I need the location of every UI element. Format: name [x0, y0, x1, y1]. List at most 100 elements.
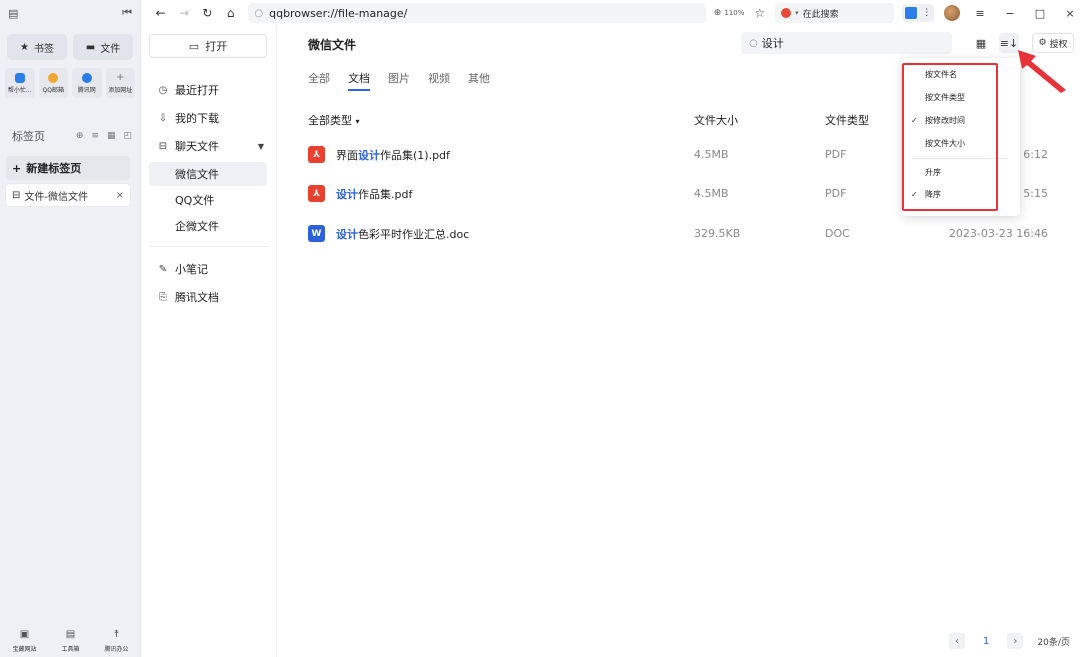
avatar[interactable] — [943, 5, 960, 21]
nav-tencent-docs[interactable]: ⎘ 腾讯文档 — [141, 283, 276, 311]
sort-by-modified[interactable]: ✓ 按修改时间 — [902, 110, 1020, 130]
nav-wecom-files[interactable]: 企微文件 — [149, 214, 267, 238]
favorite-star-icon[interactable]: ☆ — [754, 6, 765, 20]
nav-recent[interactable]: ◷ 最近打开 — [141, 76, 276, 104]
nav-notes[interactable]: ✎ 小笔记 — [141, 255, 276, 283]
sort-by-size[interactable]: 按文件大小 — [902, 133, 1020, 153]
check-icon: ✓ — [911, 115, 918, 125]
column-size: 文件大小 — [694, 114, 738, 127]
sidebar-toggle-icon[interactable]: ▤ — [8, 7, 18, 20]
close-tab-icon[interactable]: × — [116, 190, 124, 201]
files-button[interactable]: ▬ 文件 — [73, 34, 133, 60]
quick-link-add[interactable]: + 添加网址 — [105, 68, 135, 98]
folder-icon: ⊟ — [12, 189, 21, 201]
chevron-down-icon[interactable]: ▼ — [258, 142, 264, 151]
folder-icon: ▬ — [85, 41, 96, 53]
quick-link-label: 帮小忙... — [7, 86, 32, 94]
nav-qq-files[interactable]: QQ文件 — [149, 188, 267, 212]
maximize-icon[interactable]: □ — [1030, 7, 1050, 20]
tab-grid-icon[interactable]: ▦ — [107, 131, 116, 141]
tab-file-wechat[interactable]: ⊟ 文件-微信文件 × — [6, 184, 130, 206]
nav-label: QQ文件 — [175, 194, 215, 207]
file-size: 4.5MB — [694, 187, 729, 200]
search-value: 设计 — [761, 37, 784, 50]
tab-group-icon[interactable]: ⊕ — [76, 131, 84, 141]
new-tab-label: 新建标签页 — [26, 162, 82, 175]
plus-icon: + — [116, 71, 125, 83]
sort-by-type[interactable]: 按文件类型 — [902, 87, 1020, 107]
translate-icon — [904, 7, 917, 19]
close-icon[interactable]: × — [1060, 7, 1080, 20]
search-icon: ○ — [254, 7, 264, 19]
treasure-icon: ▣ — [19, 629, 30, 640]
file-type: DOC — [825, 227, 850, 240]
toolbox-button[interactable]: ▤ 工具箱 — [61, 629, 79, 653]
file-size: 4.5MB — [694, 148, 729, 161]
star-icon: ★ — [20, 41, 29, 53]
cloud-icon — [14, 72, 25, 83]
word-file-icon: W — [308, 225, 325, 242]
minimize-icon[interactable]: − — [1000, 7, 1020, 20]
collapse-sidebar-icon[interactable]: ⏮ — [122, 6, 132, 20]
new-tab-button[interactable]: + 新建标签页 — [6, 156, 130, 180]
order-ascending[interactable]: 升序 — [902, 162, 1020, 182]
menu-icon[interactable]: ≡ — [970, 7, 990, 20]
tab-other[interactable]: 其他 — [468, 70, 490, 91]
tab-images[interactable]: 图片 — [388, 70, 410, 91]
quick-link-qqmail[interactable]: QQ邮箱 — [38, 68, 68, 98]
download-icon: ⇩ — [158, 112, 168, 124]
file-search-input[interactable]: ○ 设计 — [741, 32, 952, 54]
quick-link-label: 添加网址 — [108, 86, 133, 94]
sort-by-name[interactable]: 按文件名 — [902, 64, 1020, 84]
chevron-down-icon: ▾ — [355, 117, 360, 126]
browser-search-box[interactable]: ▾ 在此搜索 — [775, 3, 894, 23]
home-icon[interactable]: ⌂ — [219, 6, 242, 20]
order-descending[interactable]: ✓ 降序 — [902, 184, 1020, 204]
more-icon[interactable]: ⋮ — [922, 8, 931, 18]
forward-icon[interactable]: → — [172, 6, 195, 20]
sort-menu: 按文件名 按文件类型 ✓ 按修改时间 按文件大小 升序 ✓ 降序 — [902, 58, 1020, 216]
file-date: 2023-03-23 16:46 — [948, 227, 1048, 240]
nav-label: 小笔记 — [175, 263, 208, 276]
nav-chat-files[interactable]: ⊟ 聊天文件 ▼ — [141, 132, 276, 160]
nav-downloads[interactable]: ⇩ 我的下载 — [141, 104, 276, 132]
search-icon: ○ — [749, 37, 758, 49]
type-filter-dropdown[interactable]: 全部类型 ▾ — [308, 112, 360, 128]
tab-documents[interactable]: 文档 — [348, 70, 370, 91]
back-icon[interactable]: ← — [149, 6, 172, 20]
zoom-indicator[interactable]: ⊕ 110% — [714, 8, 745, 18]
reload-icon[interactable]: ↻ — [196, 6, 219, 20]
clock-icon: ◷ — [158, 84, 168, 96]
next-page-icon[interactable]: › — [1007, 633, 1024, 649]
tencent-office-button[interactable]: ☨ 腾讯办公 — [104, 629, 128, 653]
tab-videos[interactable]: 视频 — [428, 70, 450, 91]
bookmarks-label: 书签 — [33, 43, 54, 55]
table-row[interactable]: W 设计色彩平时作业汇总.doc 329.5KB DOC 2023-03-23 … — [308, 222, 1048, 248]
file-date: 5:15 — [1023, 187, 1048, 200]
menu-label: 按文件大小 — [925, 138, 965, 148]
nav-label: 企微文件 — [175, 220, 219, 233]
tab-sort-icon[interactable]: ≡ — [91, 131, 99, 141]
file-name: 界面设计作品集(1).pdf — [336, 149, 450, 162]
treasure-sites-button[interactable]: ▣ 宝藏网站 — [12, 629, 36, 653]
bookmarks-button[interactable]: ★ 书签 — [7, 34, 67, 60]
bottom-label: 宝藏网站 — [12, 646, 37, 653]
pdf-file-icon: ⅄ — [308, 146, 325, 163]
translate-button[interactable]: ⋮ — [901, 4, 934, 22]
nav-wechat-files[interactable]: 微信文件 — [149, 162, 267, 186]
current-page[interactable]: 1 — [983, 636, 989, 647]
prev-page-icon[interactable]: ‹ — [949, 633, 965, 649]
file-type: PDF — [825, 148, 847, 161]
address-bar[interactable]: ○ qqbrowser://file-manage/ — [248, 3, 706, 23]
open-button[interactable]: ▭ 打开 — [149, 34, 267, 58]
calendar-filter-icon[interactable]: ▦ — [971, 33, 991, 53]
file-name: 设计色彩平时作业汇总.doc — [336, 228, 470, 241]
quick-link-tencent[interactable]: 腾讯网 — [72, 68, 102, 98]
page-size-select[interactable]: 20条/页 — [1037, 635, 1070, 648]
file-type-tabs: 全部 文档 图片 视频 其他 — [308, 70, 490, 91]
tab-history-icon[interactable]: ◰ — [123, 131, 132, 141]
nav-label: 腾讯文档 — [175, 291, 219, 304]
quick-link-helper[interactable]: 帮小忙... — [5, 68, 35, 98]
browser-toolbar: ← → ↻ ⌂ ○ qqbrowser://file-manage/ ⊕ 110… — [141, 0, 1080, 26]
tab-all[interactable]: 全部 — [308, 70, 330, 91]
